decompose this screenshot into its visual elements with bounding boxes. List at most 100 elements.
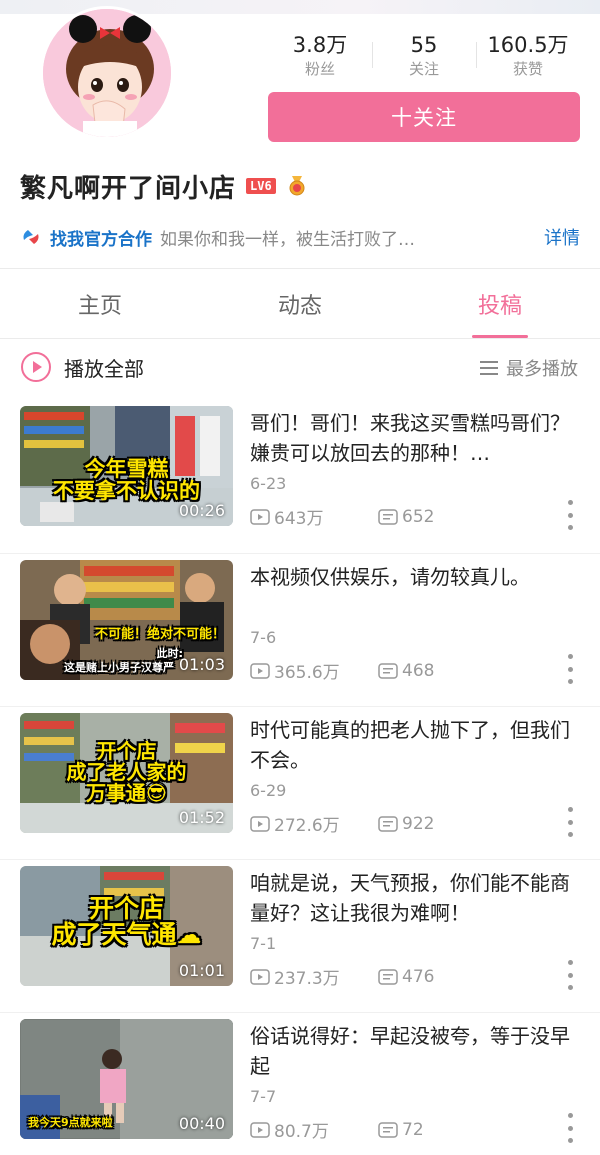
section-divider bbox=[0, 338, 600, 339]
section-divider bbox=[0, 268, 600, 269]
video-thumbnail[interactable]: 今年雪糕 不要拿不认识的 00:26 bbox=[20, 406, 233, 526]
view-count-value: 643万 bbox=[274, 509, 324, 529]
comment-count-value: 476 bbox=[402, 966, 435, 987]
cooperation-icon bbox=[23, 230, 39, 244]
video-duration: 01:52 bbox=[178, 808, 225, 827]
comment-count-value: 922 bbox=[402, 813, 435, 834]
profile-name-row: 繁凡啊开了间小店 LV6 bbox=[20, 168, 308, 204]
more-options-icon[interactable] bbox=[566, 807, 574, 837]
video-thumbnail[interactable]: 不可能！绝对不可能！ 此时: 这是赌上小男子汉尊严 01:03 bbox=[20, 560, 233, 680]
caption-line: 成了老人家的 bbox=[66, 760, 187, 784]
caption-line: 成了天气通☁ bbox=[51, 920, 202, 950]
view-count-value: 272.6万 bbox=[274, 816, 340, 836]
level-badge: LV6 bbox=[246, 178, 276, 194]
video-item[interactable]: 开个店 成了老人家的 万事通😎 01:52 时代可能真的把老人抛下了，但我们不会… bbox=[0, 706, 600, 859]
play-all-button[interactable]: 播放全部 bbox=[64, 353, 144, 382]
view-count: 365.6万 bbox=[250, 658, 378, 683]
video-meta: 80.7万 72 bbox=[250, 1117, 424, 1142]
cooperation-link[interactable]: 找我官方合作 bbox=[50, 225, 152, 250]
caption-line: 开个店 bbox=[96, 739, 157, 763]
comment-count: 72 bbox=[378, 1120, 424, 1140]
video-thumbnail[interactable]: 开个店 成了天气通☁ 01:01 bbox=[20, 866, 233, 986]
profile-bio: 如果你和我一样，被生活打败了… bbox=[160, 229, 415, 250]
video-title[interactable]: 俗话说得好：早起没被夸，等于没早起 bbox=[250, 1021, 582, 1081]
stat-value: 55 bbox=[410, 33, 438, 57]
stat-label: 关注 bbox=[408, 60, 439, 78]
video-item[interactable]: 我今天9点就来啦 00:40 俗话说得好：早起没被夸，等于没早起 7-7 80.… bbox=[0, 1012, 600, 1155]
view-count-value: 365.6万 bbox=[274, 663, 340, 683]
caption-line: 不可能！绝对不可能！ bbox=[94, 627, 225, 642]
video-meta: 237.3万 476 bbox=[250, 964, 434, 989]
view-count-value: 237.3万 bbox=[274, 969, 340, 989]
video-date: 7-6 bbox=[250, 628, 277, 647]
avatar-illustration bbox=[43, 9, 171, 137]
danmaku-icon bbox=[378, 968, 398, 985]
video-title[interactable]: 时代可能真的把老人抛下了，但我们不会。 bbox=[250, 715, 582, 775]
caption-line: 不要拿不认识的 bbox=[53, 479, 200, 504]
more-options-icon[interactable] bbox=[566, 500, 574, 530]
video-thumbnail[interactable]: 开个店 成了老人家的 万事通😎 01:52 bbox=[20, 713, 233, 833]
tab-submissions[interactable]: 投稿 bbox=[400, 270, 600, 338]
more-options-icon[interactable] bbox=[566, 960, 574, 990]
danmaku-icon bbox=[378, 662, 398, 679]
view-count: 237.3万 bbox=[250, 964, 378, 989]
video-date: 6-29 bbox=[250, 781, 287, 800]
danmaku-icon bbox=[378, 508, 398, 525]
video-item[interactable]: 开个店 成了天气通☁ 01:01 咱就是说，天气预报，你们能不能商量好？这让我很… bbox=[0, 859, 600, 1012]
caption-line: 万事通😎 bbox=[86, 781, 167, 805]
video-list: 今年雪糕 不要拿不认识的 00:26 哥们！哥们！来我这买雪糕吗哥们？嫌贵可以放… bbox=[0, 400, 600, 1155]
more-options-icon[interactable] bbox=[566, 1113, 574, 1143]
play-count-icon bbox=[250, 1121, 270, 1138]
video-title[interactable]: 哥们！哥们！来我这买雪糕吗哥们？嫌贵可以放回去的那种！… bbox=[250, 408, 582, 468]
comment-count: 468 bbox=[378, 661, 434, 681]
video-item[interactable]: 今年雪糕 不要拿不认识的 00:26 哥们！哥们！来我这买雪糕吗哥们？嫌贵可以放… bbox=[0, 400, 600, 553]
video-meta: 643万 652 bbox=[250, 504, 434, 529]
tab-dynamics[interactable]: 动态 bbox=[200, 270, 400, 338]
thumbnail-caption: 开个店 成了老人家的 万事通😎 bbox=[20, 741, 233, 804]
tab-home[interactable]: 主页 bbox=[0, 270, 200, 338]
video-date: 6-23 bbox=[250, 474, 287, 493]
video-item[interactable]: 不可能！绝对不可能！ 此时: 这是赌上小男子汉尊严 01:03 本视频仅供娱乐，… bbox=[0, 553, 600, 706]
official-cooperation-row[interactable]: 找我官方合作 如果你和我一样，被生活打败了… 详情 bbox=[20, 222, 580, 252]
comment-count: 652 bbox=[378, 507, 434, 527]
sort-control[interactable]: 最多播放 bbox=[480, 355, 578, 381]
video-title[interactable]: 咱就是说，天气预报，你们能不能商量好？这让我很为难啊！ bbox=[250, 868, 582, 928]
video-title[interactable]: 本视频仅供娱乐，请勿较真儿。 bbox=[250, 562, 582, 592]
caption-line: 今年雪糕 bbox=[84, 457, 169, 481]
play-count-icon bbox=[250, 815, 270, 832]
video-meta: 272.6万 922 bbox=[250, 811, 434, 836]
danmaku-icon bbox=[378, 1121, 398, 1138]
video-thumbnail[interactable]: 我今天9点就来啦 00:40 bbox=[20, 1019, 233, 1139]
stat-value: 3.8万 bbox=[292, 33, 348, 57]
video-duration: 01:01 bbox=[178, 961, 225, 980]
play-count-icon bbox=[250, 662, 270, 679]
video-duration: 01:03 bbox=[178, 655, 225, 674]
comment-count: 922 bbox=[378, 814, 434, 834]
stat-likes[interactable]: 160.5万 获赞 bbox=[476, 32, 580, 82]
play-all-bar: 播放全部 最多播放 bbox=[0, 341, 600, 393]
view-count: 80.7万 bbox=[250, 1117, 378, 1142]
more-options-icon[interactable] bbox=[566, 654, 574, 684]
danmaku-icon bbox=[378, 815, 398, 832]
stat-label: 获赞 bbox=[512, 60, 543, 78]
thumbnail-caption: 今年雪糕 不要拿不认识的 bbox=[20, 458, 233, 502]
details-link[interactable]: 详情 bbox=[544, 224, 580, 250]
stat-following[interactable]: 55 关注 bbox=[372, 32, 476, 82]
comment-count-value: 72 bbox=[402, 1119, 424, 1140]
view-count: 272.6万 bbox=[250, 811, 378, 836]
medal-icon[interactable] bbox=[286, 175, 308, 197]
sort-list-icon bbox=[480, 361, 498, 375]
view-count: 643万 bbox=[250, 504, 378, 529]
play-circle-icon[interactable] bbox=[20, 351, 52, 383]
profile-stats: 3.8万 粉丝 55 关注 160.5万 获赞 bbox=[268, 32, 580, 82]
video-duration: 00:26 bbox=[178, 501, 225, 520]
stat-label: 粉丝 bbox=[304, 60, 335, 78]
video-duration: 00:40 bbox=[178, 1114, 225, 1133]
profile-name: 繁凡啊开了间小店 bbox=[20, 173, 237, 204]
caption-line: 此时: bbox=[156, 647, 183, 660]
follow-button[interactable]: 十关注 bbox=[268, 92, 580, 142]
avatar[interactable] bbox=[40, 6, 174, 140]
play-count-icon bbox=[250, 508, 270, 525]
profile-tabs: 主页 动态 投稿 bbox=[0, 270, 600, 338]
stat-fans[interactable]: 3.8万 粉丝 bbox=[268, 32, 372, 82]
